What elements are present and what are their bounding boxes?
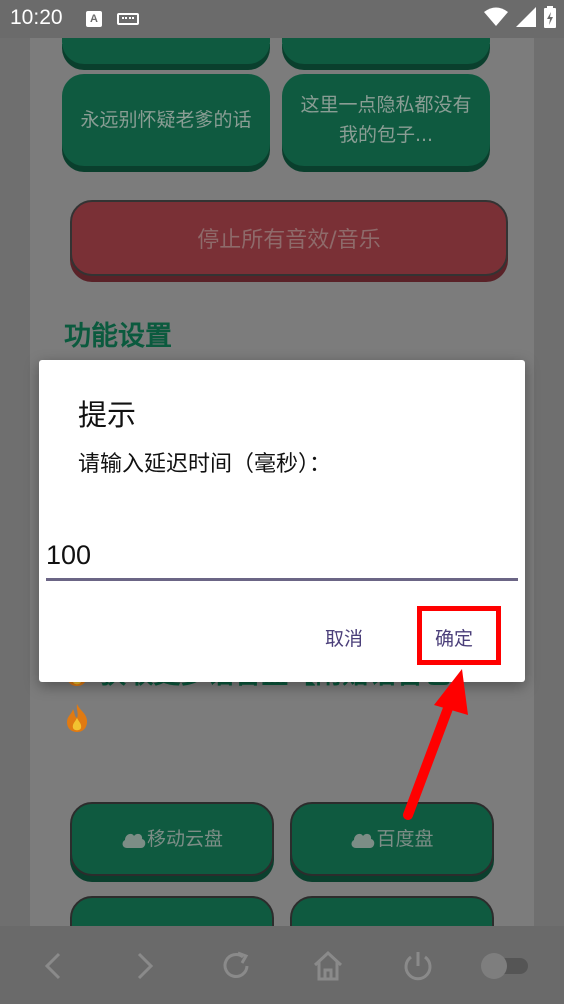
- back-icon[interactable]: [36, 948, 72, 984]
- sound-button-top-left[interactable]: [62, 38, 270, 64]
- browser-bottom-bar: [0, 926, 564, 1004]
- status-icons: [484, 6, 556, 28]
- fire-icon: [67, 704, 88, 732]
- status-time: 10:20: [10, 6, 63, 29]
- wifi-icon: [484, 7, 508, 26]
- cloud-button-baidu-label: 百度盘: [376, 828, 434, 850]
- delay-input[interactable]: [46, 532, 518, 581]
- status-bar: 10:20 A: [0, 0, 564, 38]
- sound-button-dad[interactable]: 永远别怀疑老爹的话: [62, 74, 270, 166]
- cloud-button-mobile-label: 移动云盘: [146, 828, 223, 850]
- sound-button-top-right[interactable]: [282, 38, 490, 64]
- section-title-settings: 功能设置: [64, 321, 172, 352]
- stop-all-button[interactable]: 停止所有音效/音乐: [70, 200, 508, 276]
- battery-icon: [544, 6, 556, 28]
- cloud-icon: [122, 833, 146, 848]
- highlight-box: [417, 606, 501, 665]
- forward-icon[interactable]: [126, 948, 162, 984]
- cancel-button[interactable]: 取消: [325, 624, 363, 651]
- dialog-message: 请输入延迟时间（毫秒）：: [78, 452, 332, 477]
- cloud-icon: [352, 833, 375, 848]
- keyboard-icon: [117, 13, 139, 25]
- refresh-icon[interactable]: [218, 948, 254, 984]
- a-notification-icon: A: [86, 11, 102, 27]
- power-icon[interactable]: [400, 948, 436, 984]
- home-icon[interactable]: [310, 948, 346, 984]
- sound-button-privacy[interactable]: 这里一点隐私都没有我的包子...: [282, 74, 490, 166]
- cloud-button-mobile[interactable]: 移动云盘: [70, 802, 274, 876]
- signal-icon: [516, 7, 536, 27]
- toggle-icon[interactable]: [476, 948, 532, 984]
- red-arrow-annotation: [403, 669, 468, 820]
- dialog-title: 提示: [78, 398, 137, 432]
